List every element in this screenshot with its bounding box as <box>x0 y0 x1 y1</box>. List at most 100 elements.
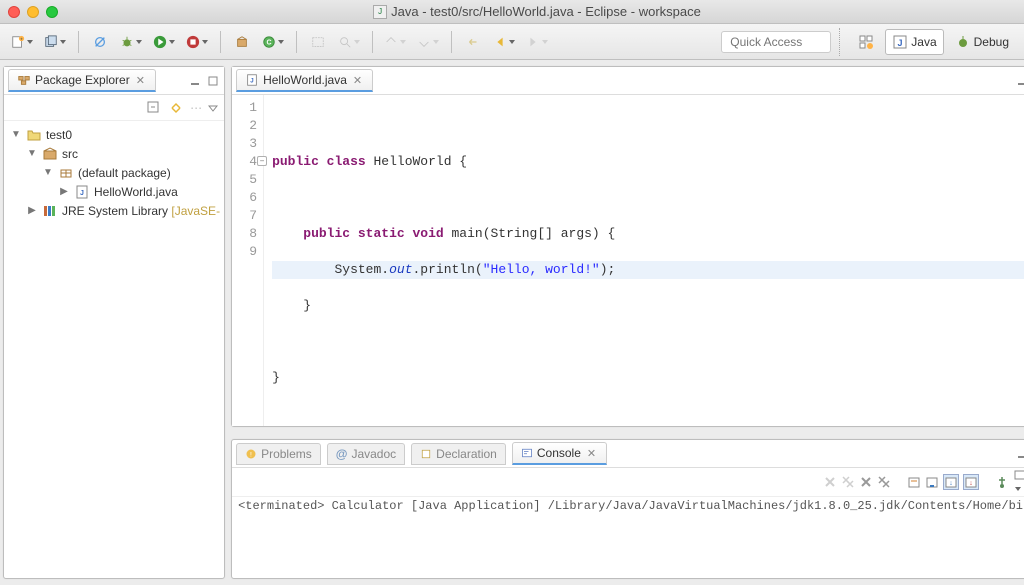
open-perspective-button[interactable] <box>851 29 881 55</box>
run-last-tool-button[interactable] <box>183 29 212 55</box>
package-explorer-toolbar: ⋯ <box>4 95 224 121</box>
tree-row-jre[interactable]: ▶ JRE System Library [JavaSE- <box>8 201 220 220</box>
java-file-icon: J <box>373 5 387 19</box>
line-number: 1 <box>232 99 257 117</box>
line-number: 3 <box>232 135 257 153</box>
code-line <box>272 405 1024 423</box>
package-explorer-title: Package Explorer <box>35 73 130 87</box>
main-toolbar: ✦ C <box>0 24 1024 60</box>
line-number: 7 <box>232 207 257 225</box>
show-console-on-out-icon[interactable]: ↓ <box>943 474 959 490</box>
focus-task-icon[interactable]: ⋯ <box>190 101 202 115</box>
expand-arrow-icon[interactable]: ▶ <box>26 205 38 216</box>
tree-row-project[interactable]: ▼ test0 <box>8 125 220 144</box>
pin-console-icon[interactable] <box>995 475 1009 489</box>
next-annotation-button[interactable] <box>414 29 443 55</box>
remove-launch-icon[interactable] <box>859 475 873 489</box>
debug-perspective-button[interactable]: Debug <box>948 29 1016 55</box>
new-java-class-button[interactable]: C <box>259 29 288 55</box>
open-type-button[interactable] <box>305 29 331 55</box>
toolbar-separator <box>451 31 452 53</box>
expand-arrow-icon[interactable]: ▼ <box>26 148 38 159</box>
toolbar-separator <box>372 31 373 53</box>
java-perspective-label: Java <box>911 35 936 49</box>
editor-tab[interactable]: J HelloWorld.java ✕ <box>236 69 373 92</box>
close-tab-icon[interactable]: ✕ <box>585 447 598 460</box>
package-label: (default package) <box>78 166 171 180</box>
link-with-editor-icon[interactable] <box>168 100 184 116</box>
dropdown-arrow-icon <box>59 38 67 46</box>
code-area[interactable]: public class HelloWorld { public static … <box>264 95 1024 426</box>
close-tab-icon[interactable]: ✕ <box>134 74 147 87</box>
debug-button[interactable] <box>117 29 146 55</box>
javadoc-tab-label: Javadoc <box>351 447 396 461</box>
terminate-icon[interactable] <box>823 475 837 489</box>
problems-tab[interactable]: ! Problems <box>236 443 321 465</box>
line-number-gutter[interactable]: 1 2 3 4– 5 6 7 8 9 <box>232 95 264 426</box>
expand-arrow-icon[interactable]: ▶ <box>58 186 70 197</box>
save-all-button[interactable] <box>41 29 70 55</box>
src-folder-icon <box>42 146 58 162</box>
javadoc-icon: @ <box>336 447 348 461</box>
minimize-view-icon[interactable] <box>1015 74 1024 88</box>
tree-row-package[interactable]: ▼ (default package) <box>8 163 220 182</box>
bottom-tabs: ! Problems @ Javadoc Declaration Console… <box>232 440 1024 468</box>
minimize-view-icon[interactable] <box>188 74 202 88</box>
forward-button[interactable] <box>523 29 552 55</box>
close-tab-icon[interactable]: ✕ <box>351 74 364 87</box>
window-controls <box>8 6 58 18</box>
maximize-view-icon[interactable] <box>206 74 220 88</box>
expand-arrow-icon[interactable]: ▼ <box>10 129 22 140</box>
line-number: 8 <box>232 225 257 243</box>
project-icon <box>26 127 42 143</box>
minimize-window-button[interactable] <box>27 6 39 18</box>
fold-marker-icon[interactable]: – <box>257 156 267 166</box>
editor-body[interactable]: 1 2 3 4– 5 6 7 8 9 public class HelloWor… <box>232 95 1024 426</box>
console-tab-label: Console <box>537 446 581 460</box>
view-menu-icon[interactable] <box>208 103 218 113</box>
code-line <box>272 117 1024 135</box>
terminate-all-icon[interactable] <box>841 475 855 489</box>
quick-access-input[interactable] <box>721 31 831 53</box>
display-selected-console-icon[interactable] <box>1013 468 1024 496</box>
package-explorer-icon <box>17 73 31 87</box>
tree-row-file[interactable]: ▶ J HelloWorld.java <box>8 182 220 201</box>
package-explorer-tree[interactable]: ▼ test0 ▼ src ▼ (default package) ▶ J He… <box>4 121 224 578</box>
toggle-mark-button[interactable] <box>381 29 410 55</box>
last-edit-button[interactable] <box>460 29 486 55</box>
java-file-icon: J <box>74 184 90 200</box>
dropdown-arrow-icon <box>399 38 407 46</box>
tree-row-src[interactable]: ▼ src <box>8 144 220 163</box>
svg-text:J: J <box>250 78 253 85</box>
clear-console-icon[interactable] <box>907 475 921 489</box>
console-tab[interactable]: Console ✕ <box>512 442 607 465</box>
toolbar-separator <box>78 31 79 53</box>
window-title-text: Java - test0/src/HelloWorld.java - Eclip… <box>391 4 701 19</box>
new-button[interactable]: ✦ <box>8 29 37 55</box>
show-console-on-err-icon[interactable]: ↓ <box>963 474 979 490</box>
code-line: } <box>272 297 1024 315</box>
debug-perspective-label: Debug <box>974 35 1009 49</box>
expand-arrow-icon[interactable]: ▼ <box>42 167 54 178</box>
javadoc-tab[interactable]: @ Javadoc <box>327 443 405 465</box>
declaration-tab[interactable]: Declaration <box>411 443 506 465</box>
new-java-package-button[interactable] <box>229 29 255 55</box>
code-line-current: System.out.println("Hello, world!"); <box>272 261 1024 279</box>
zoom-window-button[interactable] <box>46 6 58 18</box>
scroll-lock-icon[interactable] <box>925 475 939 489</box>
skip-breakpoints-button[interactable] <box>87 29 113 55</box>
close-window-button[interactable] <box>8 6 20 18</box>
run-button[interactable] <box>150 29 179 55</box>
remove-all-launches-icon[interactable] <box>877 475 891 489</box>
console-output[interactable]: <terminated> Calculator [Java Applicatio… <box>232 496 1024 515</box>
editor-header: J HelloWorld.java ✕ <box>232 67 1024 95</box>
java-perspective-button[interactable]: J Java <box>885 29 943 55</box>
declaration-tab-label: Declaration <box>436 447 497 461</box>
search-button[interactable] <box>335 29 364 55</box>
collapse-all-icon[interactable] <box>146 100 162 116</box>
dropdown-arrow-icon <box>508 38 516 46</box>
back-button[interactable] <box>490 29 519 55</box>
minimize-view-icon[interactable] <box>1015 447 1024 461</box>
package-explorer-tab[interactable]: Package Explorer ✕ <box>8 69 156 92</box>
editor-tab-label: HelloWorld.java <box>263 73 347 87</box>
